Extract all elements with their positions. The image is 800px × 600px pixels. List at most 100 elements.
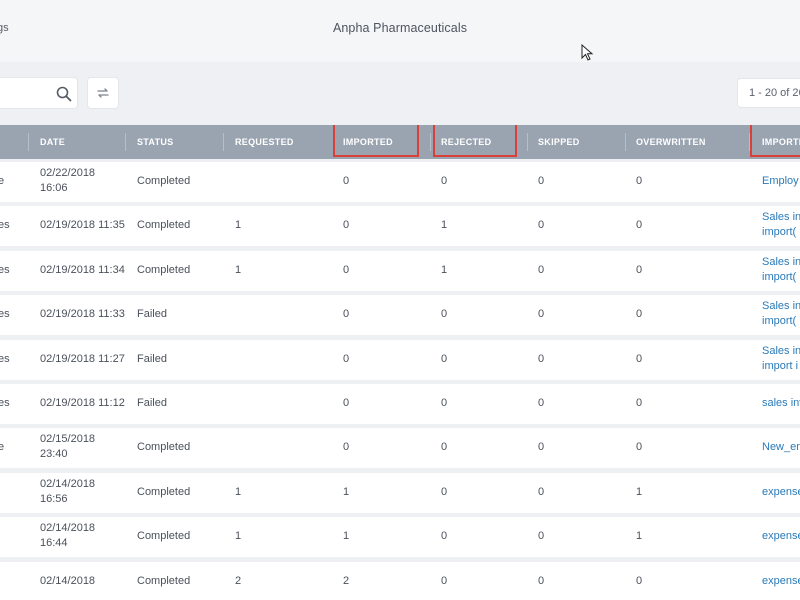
cell-status: Failed (137, 308, 167, 321)
table-row[interactable]: es 02/19/2018 11:27 Failed 0 0 0 0 Sales in impo… (0, 339, 800, 380)
cell-lead: es (0, 352, 10, 365)
date-line-2: 23:40 (40, 448, 68, 461)
cell-imported-file-link[interactable]: expense (762, 530, 800, 542)
file-line-1[interactable]: Sales in (762, 345, 800, 357)
cell-overwritten: 0 (636, 219, 643, 232)
cell-requested: 1 (235, 530, 242, 543)
cell-skipped: 0 (538, 308, 545, 321)
file-line-1[interactable]: Sales in (762, 256, 800, 268)
column-status[interactable]: STATUS (137, 125, 173, 159)
search-input[interactable] (5, 78, 59, 108)
cell-status: Completed (137, 263, 191, 276)
cell-date: 02/19/2018 11:33 (40, 308, 125, 320)
refresh-button[interactable] (87, 77, 119, 109)
cell-overwritten: 1 (636, 530, 643, 543)
file-line-2[interactable]: import( (762, 271, 796, 283)
cell-status: Failed (137, 397, 167, 409)
cell-imported-file-link[interactable]: sales inv (762, 397, 800, 409)
table-row[interactable]: 02/14/2018 16:44 Completed 1 1 0 0 1 expense (0, 517, 800, 558)
table-row[interactable]: es 02/19/2018 11:34 Completed 1 0 1 0 0 Sales in… (0, 250, 800, 291)
column-divider (527, 133, 528, 151)
file-line-2[interactable]: import( (762, 315, 796, 327)
cell-rejected: 0 (441, 485, 448, 498)
file-line-1[interactable]: Sales in (762, 300, 800, 312)
table-row[interactable]: 02/14/2018 Completed 2 2 0 0 0 expense (0, 561, 800, 600)
table-row[interactable]: es 02/19/2018 11:12 Failed 0 0 0 0 sales inv (0, 384, 800, 424)
column-requested[interactable]: REQUESTED (235, 125, 294, 159)
cell-status: Completed (137, 441, 191, 454)
import-history-table: DATE STATUS REQUESTED IMPORTED REJECTED … (0, 125, 800, 600)
highlight-box-imported-file (750, 125, 800, 157)
cell-rejected: 0 (441, 308, 448, 321)
column-divider (430, 133, 431, 151)
column-divider (28, 133, 29, 151)
pagination-info[interactable]: 1 - 20 of 26 (737, 78, 800, 108)
cell-overwritten: 0 (636, 574, 643, 587)
column-divider (125, 133, 126, 151)
cell-rejected: 0 (441, 441, 448, 454)
cell-imported-file-link[interactable]: expense (762, 575, 800, 587)
cell-imported-file-link[interactable]: Employ (762, 175, 799, 187)
file-line-1[interactable]: expense (762, 486, 800, 498)
cell-status: Completed (137, 219, 191, 232)
cell-imported: 0 (343, 263, 350, 276)
cell-imported-file-link[interactable]: Sales in import i (762, 344, 800, 374)
cell-skipped: 0 (538, 574, 545, 587)
date-line-1: 02/19/2018 11:34 (40, 263, 125, 276)
column-skipped[interactable]: SKIPPED (538, 125, 580, 159)
file-line-1[interactable]: New_em (762, 441, 800, 453)
cell-date: 02/22/2018 16:06 (40, 166, 95, 196)
cell-date: 02/14/2018 (40, 575, 95, 587)
cell-imported: 2 (343, 574, 350, 587)
table-row[interactable]: e 02/22/2018 16:06 Completed 0 0 0 0 Employ (0, 162, 800, 202)
file-line-1[interactable]: expense (762, 575, 800, 587)
cell-status: Completed (137, 574, 191, 587)
cell-imported-file-link[interactable]: Sales in import( (762, 255, 800, 285)
cell-skipped: 0 (538, 352, 545, 365)
cell-skipped: 0 (538, 219, 545, 232)
search-icon[interactable] (56, 86, 72, 102)
cell-imported-file-link[interactable]: Sales in import( (762, 299, 800, 329)
cell-date: 02/19/2018 11:35 (40, 219, 125, 231)
cell-imported-file-link[interactable]: New_em (762, 441, 800, 453)
date-line-1: 02/19/2018 11:12 (40, 397, 125, 409)
file-line-1[interactable]: Employ (762, 175, 799, 187)
cell-status: Failed (137, 352, 167, 365)
cell-rejected: 0 (441, 530, 448, 543)
cell-rejected: 1 (441, 263, 448, 276)
cell-requested: 1 (235, 263, 242, 276)
cell-imported: 0 (343, 397, 350, 409)
cell-overwritten: 1 (636, 485, 643, 498)
date-line-1: 02/19/2018 11:35 (40, 219, 125, 232)
cell-overwritten: 0 (636, 441, 643, 454)
date-line-2: 16:44 (40, 537, 68, 550)
cell-overwritten: 0 (636, 308, 643, 321)
table-row[interactable]: es 02/19/2018 11:35 Completed 1 0 1 0 0 Sales in… (0, 206, 800, 247)
cell-date: 02/19/2018 11:34 (40, 264, 125, 276)
file-line-1[interactable]: sales inv (762, 397, 800, 409)
cell-imported: 0 (343, 175, 350, 187)
cell-skipped: 0 (538, 441, 545, 454)
column-overwritten[interactable]: OVERWRITTEN (636, 125, 706, 159)
date-line-2: 16:56 (40, 492, 68, 505)
table-row[interactable]: 02/14/2018 16:56 Completed 1 1 0 0 1 expense (0, 472, 800, 513)
cell-imported: 0 (343, 308, 350, 321)
cell-overwritten: 0 (636, 397, 643, 409)
file-line-2[interactable]: import( (762, 226, 796, 238)
table-row[interactable]: e 02/15/2018 23:40 Completed 0 0 0 0 New_em (0, 428, 800, 469)
cell-lead: es (0, 263, 10, 276)
cell-overwritten: 0 (636, 175, 643, 187)
file-line-1[interactable]: Sales in (762, 211, 800, 223)
file-line-2[interactable]: import i (762, 360, 798, 372)
cell-lead: es (0, 219, 10, 232)
cell-overwritten: 0 (636, 263, 643, 276)
cell-lead: es (0, 308, 10, 321)
column-date[interactable]: DATE (40, 125, 65, 159)
date-line-1: 02/22/2018 (40, 167, 96, 179)
mouse-cursor-icon (581, 44, 594, 61)
file-line-1[interactable]: expense (762, 530, 800, 542)
cell-imported-file-link[interactable]: expense (762, 486, 800, 498)
cell-imported: 0 (343, 352, 350, 365)
cell-imported-file-link[interactable]: Sales in import( (762, 210, 800, 240)
table-row[interactable]: es 02/19/2018 11:33 Failed 0 0 0 0 Sales in impo… (0, 295, 800, 336)
